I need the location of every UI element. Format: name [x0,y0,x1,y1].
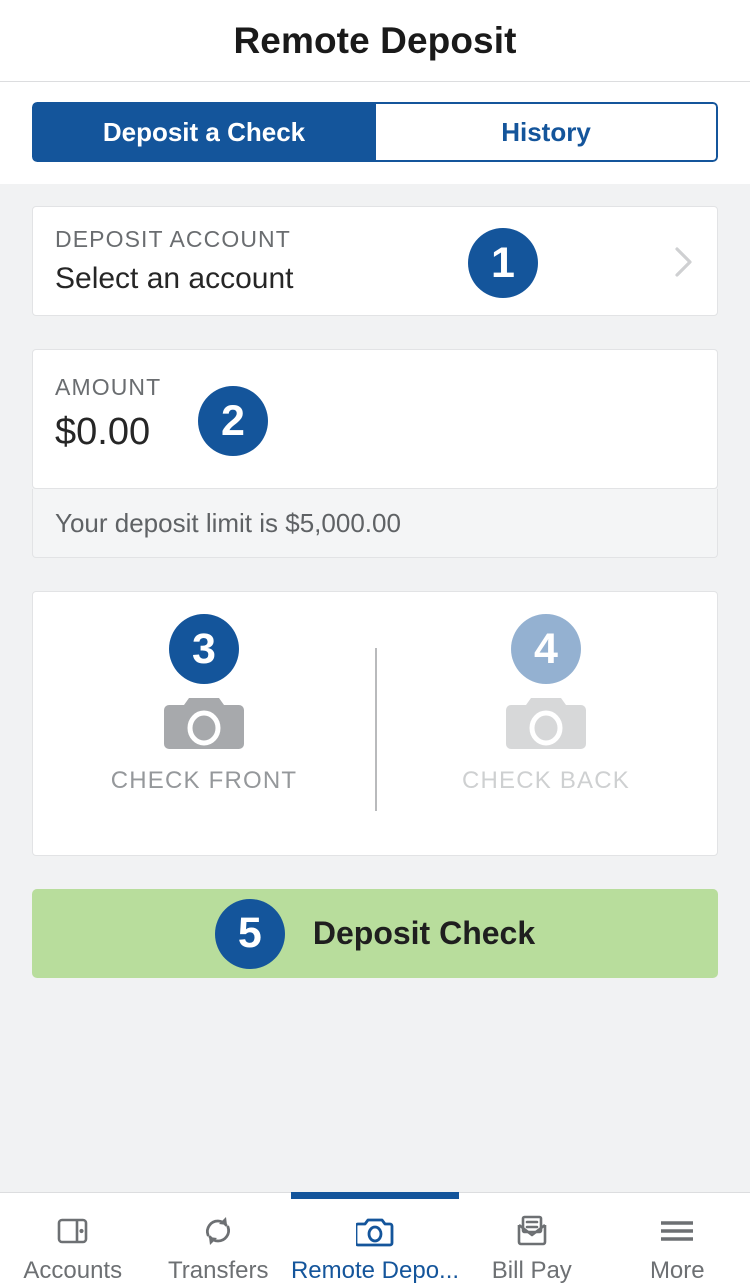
tabbar: Deposit a Check History [32,102,718,162]
deposit-check-button-label: Deposit Check [312,915,536,951]
step-badge-5: 5 [214,898,285,969]
deposit-limit-text: Your deposit limit is $5,000.00 [55,507,401,538]
capture-check-front[interactable]: 3 CHECK FRONT [33,614,375,855]
capture-check-back[interactable]: 4 CHECK BACK [375,614,717,855]
main-content: DEPOSIT ACCOUNT Select an account 1 AMOU… [0,184,750,1194]
tab-deposit-a-check[interactable]: Deposit a Check [32,102,375,162]
amount-section: AMOUNT $0.00 2 Your deposit limit is $5,… [32,349,718,558]
envelope-icon [514,1211,550,1251]
capture-check-front-label: CHECK FRONT [110,767,298,794]
nav-item-bill-pay[interactable]: Bill Pay [459,1193,604,1288]
tabbar-container: Deposit a Check History [0,82,750,184]
chevron-right-icon [675,247,693,277]
nav-item-transfers-label: Transfers [167,1257,269,1284]
wallet-icon [55,1211,91,1251]
deposit-account-row[interactable]: DEPOSIT ACCOUNT Select an account 1 [32,206,718,316]
nav-item-more[interactable]: More [605,1193,750,1288]
amount-value: $0.00 [55,411,151,453]
step-badge-4: 4 [511,614,581,684]
deposit-check-button[interactable]: 5 Deposit Check [32,889,718,978]
nav-item-remote-deposit-label: Remote Depo... [290,1257,460,1284]
nav-item-more-label: More [649,1257,705,1284]
sync-icon [199,1211,237,1251]
amount-label: AMOUNT [55,374,162,400]
camera-icon [163,692,245,754]
nav-item-remote-deposit[interactable]: Remote Depo... [290,1192,460,1288]
tab-history[interactable]: History [375,102,718,162]
camera-icon [505,692,587,754]
capture-check-back-label: CHECK BACK [461,767,631,794]
bottom-navigation-bar: Accounts Transfers Remote Depo... Bill P… [0,1192,750,1288]
step-badge-2: 2 [198,386,268,456]
check-capture-card: 3 CHECK FRONT 4 CHECK BACK [32,591,718,856]
step-badge-3: 3 [169,614,239,684]
active-tab-indicator [290,1192,460,1199]
tab-deposit-a-check-label: Deposit a Check [102,116,306,147]
deposit-account-label: DEPOSIT ACCOUNT [55,226,291,252]
app-header: Remote Deposit [0,0,750,82]
deposit-account-texts: DEPOSIT ACCOUNT Select an account [55,226,294,296]
nav-item-accounts[interactable]: Accounts [0,1193,145,1288]
tab-history-label: History [501,116,591,147]
camera-icon [356,1211,394,1251]
nav-item-transfers[interactable]: Transfers [145,1193,290,1288]
step-badge-1: 1 [468,228,538,298]
page-title: Remote Deposit [233,19,517,61]
amount-row[interactable]: AMOUNT $0.00 2 [32,349,718,489]
deposit-limit-note: Your deposit limit is $5,000.00 [32,489,718,558]
nav-item-bill-pay-label: Bill Pay [491,1257,572,1284]
nav-item-accounts-label: Accounts [23,1257,123,1284]
hamburger-menu-icon [658,1211,696,1251]
deposit-account-value: Select an account [55,262,294,295]
